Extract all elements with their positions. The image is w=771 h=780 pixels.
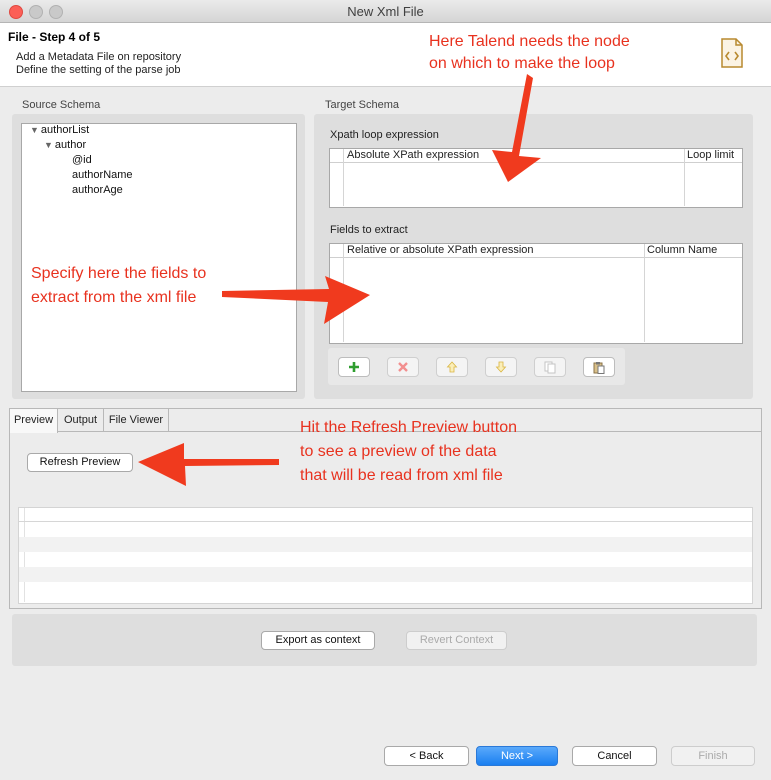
annotation-arrows [138,74,541,486]
annotation-refresh-line2: to see a preview of the data [300,443,497,460]
annotation-refresh-line1: Hit the Refresh Preview button [300,419,517,436]
arrow-to-fields-table [222,276,370,324]
arrow-to-refresh-button [138,443,279,486]
annotation-loop-line1: Here Talend needs the node [429,33,630,50]
arrow-to-loop-table [492,74,541,182]
annotation-fields-line1: Specify here the fields to [31,265,207,282]
annotation-loop-line2: on which to make the loop [429,55,615,72]
annotation-refresh-line3: that will be read from xml file [300,467,503,484]
annotation-fields-line2: extract from the xml file [31,289,197,306]
